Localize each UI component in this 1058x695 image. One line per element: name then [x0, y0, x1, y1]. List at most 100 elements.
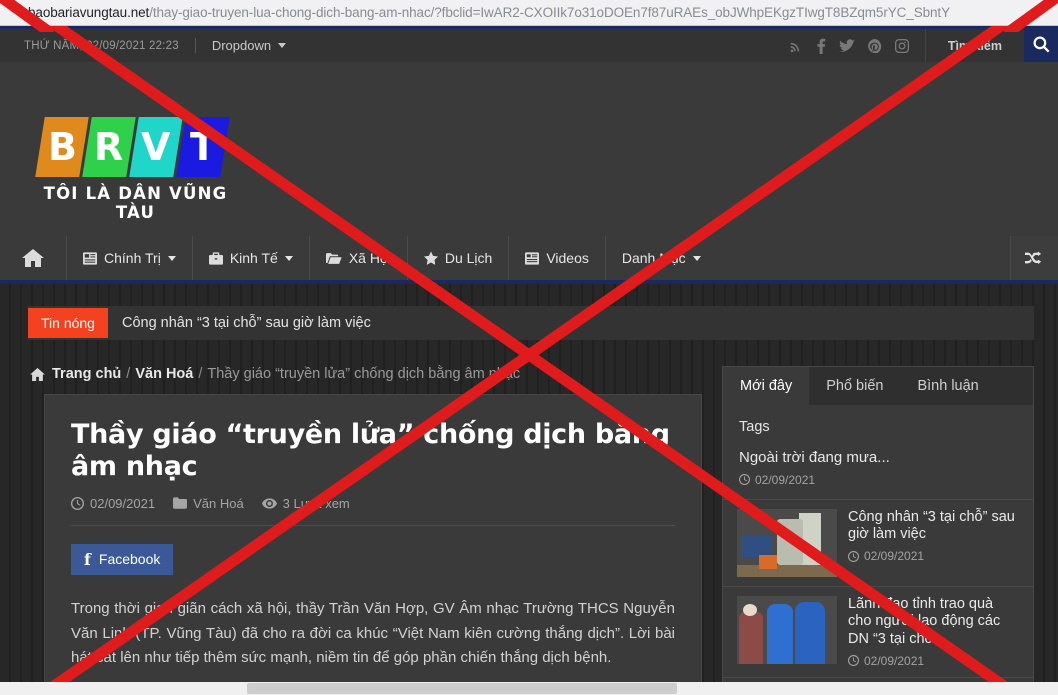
home-icon	[22, 249, 44, 267]
nav-item-danh-muc[interactable]: Danh Mục	[606, 236, 717, 280]
breadcrumb-current: Thầy giáo “truyền lửa” chống dịch bằng â…	[207, 366, 521, 382]
facebook-share-label: Facebook	[98, 551, 161, 568]
list-item-date-text: 02/09/2021	[755, 472, 816, 487]
clock-icon	[848, 655, 859, 667]
logo-tagline: TÔI LÀ DÂN VŨNG TÀU	[43, 184, 228, 222]
search-icon	[1032, 35, 1049, 52]
search-label[interactable]: Tìm kiếm	[926, 39, 1024, 53]
tab-pho-bien[interactable]: Phổ biến	[809, 367, 900, 405]
nav-item-kinh-te[interactable]: Kinh Tế	[193, 236, 310, 280]
list-item-date-text: 02/09/2021	[864, 653, 925, 668]
logo-letter-v: V	[129, 117, 183, 177]
clock-icon	[848, 550, 859, 562]
article-card: Thầy giáo “truyền lửa” chống dịch bằng â…	[44, 394, 702, 695]
facebook-icon: f	[84, 549, 91, 569]
article-views: 3 Lượt xem	[261, 495, 350, 511]
clock-icon	[739, 474, 750, 486]
article-category-text: Văn Hoá	[193, 495, 244, 511]
twitter-icon[interactable]	[838, 38, 855, 53]
tab-moi-day[interactable]: Mới đây	[723, 367, 810, 405]
nav-label: Videos	[546, 250, 589, 266]
tags-label[interactable]: Tags	[723, 405, 1033, 447]
nav-label: Xã Hội	[348, 250, 391, 266]
breadcrumb-home[interactable]: Trang chủ	[52, 366, 121, 382]
horizontal-scrollbar[interactable]	[0, 682, 1058, 695]
list-item[interactable]: Lãnh đạo tỉnh trao quà cho người lao độn…	[723, 585, 1033, 677]
article-meta: 02/09/2021 Văn Hoá 3 Lượt xem	[71, 496, 675, 526]
url-path: /thay-giao-truyen-lua-chong-dich-bang-am…	[149, 5, 950, 20]
main-navigation: Chính Trị Kinh Tế Xã Hội Du Lịch Videos …	[0, 236, 1058, 284]
list-item-title: Lãnh đạo tỉnh trao quà cho người lao độn…	[848, 595, 1001, 648]
web-page: THỨ NĂM, 02/09/2021 22:23 Dropdown Tìm k…	[0, 26, 1058, 695]
page-title: Thầy giáo “truyền lửa” chống dịch bằng â…	[71, 419, 670, 483]
article-body: Trong thời gian giãn cách xã hội, thầy T…	[71, 599, 675, 667]
nav-label: Danh Mục	[621, 250, 686, 266]
briefcase-icon	[208, 251, 223, 265]
nav-item-chinh-tri[interactable]: Chính Trị	[67, 236, 193, 280]
url-text: baobariavungtau.net/thay-giao-truyen-lua…	[0, 5, 950, 20]
list-item-date: 02/09/2021	[848, 549, 1019, 563]
list-item-thumbnail	[737, 508, 837, 577]
article-views-text: 3 Lượt xem	[282, 495, 350, 511]
nav-item-videos[interactable]: Videos	[509, 236, 606, 280]
topbar-dropdown[interactable]: Dropdown	[211, 38, 287, 53]
list-item-title: Ngoài trời đang mưa...	[739, 449, 890, 466]
clock-icon	[71, 496, 84, 510]
eye-icon	[261, 498, 277, 509]
breadcrumb-separator: /	[126, 366, 131, 382]
article-date: 02/09/2021	[71, 496, 155, 511]
list-item-date: 02/09/2021	[848, 654, 1019, 668]
breaking-news-bar: Tin nóng Công nhân “3 tại chỗ” sau giờ l…	[28, 306, 1034, 340]
article-date-text: 02/09/2021	[90, 495, 156, 511]
list-item[interactable]: Công nhân “3 tại chỗ” sau giờ làm việc 0…	[723, 498, 1033, 586]
topbar-dropdown-label: Dropdown	[211, 38, 272, 53]
list-item-date-text: 02/09/2021	[864, 549, 925, 564]
shuffle-icon	[1025, 251, 1042, 265]
pinterest-icon[interactable]	[867, 38, 882, 53]
logo-letter-b: B	[35, 117, 89, 177]
article-category[interactable]: Văn Hoá	[173, 496, 244, 511]
site-header: B R V T TÔI LÀ DÂN VŨNG TÀU	[0, 62, 1058, 236]
logo-letter-r: R	[82, 117, 136, 177]
divider	[194, 38, 196, 53]
scrollbar-thumb[interactable]	[247, 683, 677, 694]
url-domain: baobariavungtau.net	[28, 5, 150, 20]
sidebar-widget: Mới đây Phổ biến Bình luận Tags Ngoài tr…	[722, 366, 1034, 695]
home-icon	[30, 367, 45, 381]
breaking-news-headline[interactable]: Công nhân “3 tại chỗ” sau giờ làm việc	[108, 315, 371, 331]
chevron-down-icon	[692, 255, 701, 261]
search-button[interactable]	[1024, 26, 1058, 64]
list-item-thumbnail	[737, 595, 837, 664]
logo-tiles: B R V T	[35, 117, 231, 177]
logo-letter-t: T	[176, 117, 230, 177]
breadcrumb: Trang chủ / Văn Hoá / Thầy giáo “truyền …	[30, 366, 520, 382]
tab-binh-luan[interactable]: Bình luận	[900, 367, 995, 405]
nav-item-du-lich[interactable]: Du Lịch	[408, 236, 510, 280]
nav-item-xa-hoi[interactable]: Xã Hội	[310, 236, 408, 280]
nav-label: Kinh Tế	[229, 250, 278, 266]
spacer	[717, 236, 1011, 280]
nav-label: Chính Trị	[104, 250, 161, 266]
list-item[interactable]: Ngoài trời đang mưa... 02/09/2021	[723, 447, 1033, 499]
star-icon	[423, 251, 438, 265]
browser-url-bar[interactable]: baobariavungtau.net/thay-giao-truyen-lua…	[0, 0, 1058, 26]
breadcrumb-category[interactable]: Văn Hoá	[135, 366, 193, 382]
facebook-share-button[interactable]: f Facebook	[71, 543, 174, 575]
instagram-icon[interactable]	[894, 38, 909, 53]
facebook-icon[interactable]	[816, 38, 826, 54]
nav-item-home[interactable]	[0, 236, 67, 280]
list-item-date: 02/09/2021	[739, 473, 1017, 487]
random-article-button[interactable]	[1011, 236, 1058, 280]
rss-icon[interactable]	[789, 39, 803, 53]
sidebar-tabs: Mới đây Phổ biến Bình luận	[723, 367, 1033, 405]
folder-open-icon	[325, 252, 342, 264]
chevron-down-icon	[284, 255, 293, 261]
site-logo[interactable]: B R V T TÔI LÀ DÂN VŨNG TÀU	[35, 117, 231, 222]
social-links	[789, 38, 909, 54]
video-list-icon	[525, 251, 540, 265]
list-item-text: Lãnh đạo tỉnh trao quà cho người lao độn…	[848, 596, 1019, 668]
chevron-down-icon	[167, 255, 176, 261]
list-item-title: Công nhân “3 tại chỗ” sau giờ làm việc	[848, 508, 1015, 543]
chevron-down-icon	[278, 43, 287, 48]
newspaper-icon	[83, 251, 97, 265]
